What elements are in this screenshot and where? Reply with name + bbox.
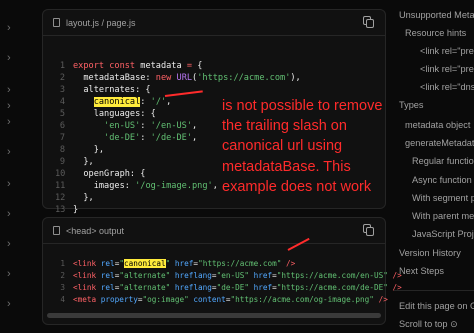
- toc-item[interactable]: With segment props: [412, 193, 474, 203]
- toc-item[interactable]: Unsupported Metadata: [399, 10, 474, 20]
- chevron-right-icon[interactable]: ›: [7, 146, 11, 158]
- horizontal-scrollbar[interactable]: [47, 313, 381, 318]
- toc-item[interactable]: Types: [399, 100, 424, 110]
- code-line: <link rel="alternate" hreflang="en-US" h…: [73, 271, 402, 280]
- code-filename: <head> output: [66, 225, 125, 236]
- code-line: alternates: {: [73, 85, 151, 95]
- left-sidebar: [0, 0, 42, 333]
- code-line: export const metadata = {: [73, 61, 203, 71]
- line-number: 6: [59, 121, 65, 131]
- code-line: <link rel="alternate" hreflang="de-DE" h…: [73, 283, 402, 292]
- code-line: openGraph: {: [73, 169, 146, 179]
- code-line: canonical: '/',: [93, 97, 172, 107]
- code-line: },: [73, 193, 94, 203]
- line-number: 9: [59, 157, 65, 167]
- line-number: 10: [55, 169, 66, 179]
- code-line: },: [73, 157, 94, 167]
- file-icon: [53, 226, 60, 235]
- toc-item[interactable]: With parent metadata: [412, 211, 474, 221]
- toc-item[interactable]: <link rel="preload">: [420, 46, 474, 56]
- table-of-contents: Unsupported Metadata Resource hints <lin…: [394, 0, 474, 333]
- line-number: 1: [60, 259, 65, 268]
- code-line: metadataBase: new URL('https://acme.com'…: [73, 73, 301, 83]
- chevron-right-icon[interactable]: ›: [7, 22, 11, 34]
- code-block-head-output: <head> output 1 <link rel="canonical" hr…: [42, 217, 402, 325]
- chevron-right-icon[interactable]: ›: [7, 238, 11, 250]
- toc-item[interactable]: Async function: [412, 175, 472, 185]
- divider: [394, 290, 474, 291]
- line-number: 3: [59, 85, 65, 95]
- toc-item[interactable]: JavaScript Projects: [412, 229, 474, 239]
- toc-item[interactable]: <link rel="prefetch">: [420, 64, 474, 74]
- copy-icon[interactable]: [363, 16, 375, 29]
- code-line: },: [73, 145, 105, 155]
- line-number: 4: [60, 295, 65, 304]
- code-line: images: '/og-image.png',: [73, 181, 218, 191]
- code-block-header: layout.js / page.js: [43, 10, 385, 36]
- file-icon: [53, 18, 60, 27]
- chevron-right-icon[interactable]: ›: [7, 100, 11, 112]
- code-block-header: <head> output: [43, 218, 385, 244]
- copy-icon[interactable]: [363, 224, 375, 237]
- arrow-up-icon: ⊙: [450, 319, 458, 329]
- toc-item[interactable]: Next Steps: [399, 266, 444, 276]
- chevron-right-icon[interactable]: ›: [7, 52, 11, 64]
- code-line: <link rel="canonical" href="https://acme…: [73, 259, 296, 268]
- line-number: 8: [59, 145, 65, 155]
- toc-item[interactable]: metadata object: [405, 120, 470, 130]
- line-number: 12: [55, 193, 66, 203]
- toc-item[interactable]: <link rel="dns-prefetch">: [420, 82, 474, 92]
- chevron-right-icon[interactable]: ›: [7, 178, 11, 190]
- code-line: 'de-DE': '/de-DE',: [104, 133, 198, 143]
- edit-on-github-link[interactable]: Edit this page on GitHub: [399, 301, 474, 311]
- scroll-to-top-label: Scroll to top: [399, 319, 448, 329]
- code-line: languages: {: [73, 109, 156, 119]
- toc-item[interactable]: Version History: [399, 248, 461, 258]
- toc-item[interactable]: Regular function: [412, 156, 474, 166]
- toc-item[interactable]: Resource hints: [405, 28, 466, 38]
- line-number: 5: [59, 109, 65, 119]
- chevron-right-icon[interactable]: ›: [7, 298, 11, 310]
- code-filename: layout.js / page.js: [66, 17, 136, 28]
- chevron-right-icon[interactable]: ›: [7, 84, 11, 96]
- line-number: 11: [55, 181, 66, 191]
- annotation-text: is not possible to remove the trailing s…: [222, 98, 383, 195]
- toc-item[interactable]: generateMetadata function: [405, 138, 474, 148]
- code-line: }: [73, 205, 79, 215]
- code-line: 'en-US': '/en-US',: [104, 121, 198, 131]
- line-number: 2: [60, 271, 65, 280]
- line-number: 2: [59, 73, 65, 83]
- line-number: 3: [60, 283, 65, 292]
- chevron-right-icon[interactable]: ›: [7, 268, 11, 280]
- chevron-right-icon[interactable]: ›: [7, 208, 11, 220]
- line-number: 4: [59, 97, 65, 107]
- line-number: 13: [55, 205, 66, 215]
- code-line: <meta property="og:image" content="https…: [73, 295, 388, 304]
- scroll-to-top-link[interactable]: Scroll to top ⊙: [399, 319, 458, 330]
- line-number: 1: [59, 61, 65, 71]
- chevron-right-icon[interactable]: ›: [7, 116, 11, 128]
- line-number: 7: [59, 133, 65, 143]
